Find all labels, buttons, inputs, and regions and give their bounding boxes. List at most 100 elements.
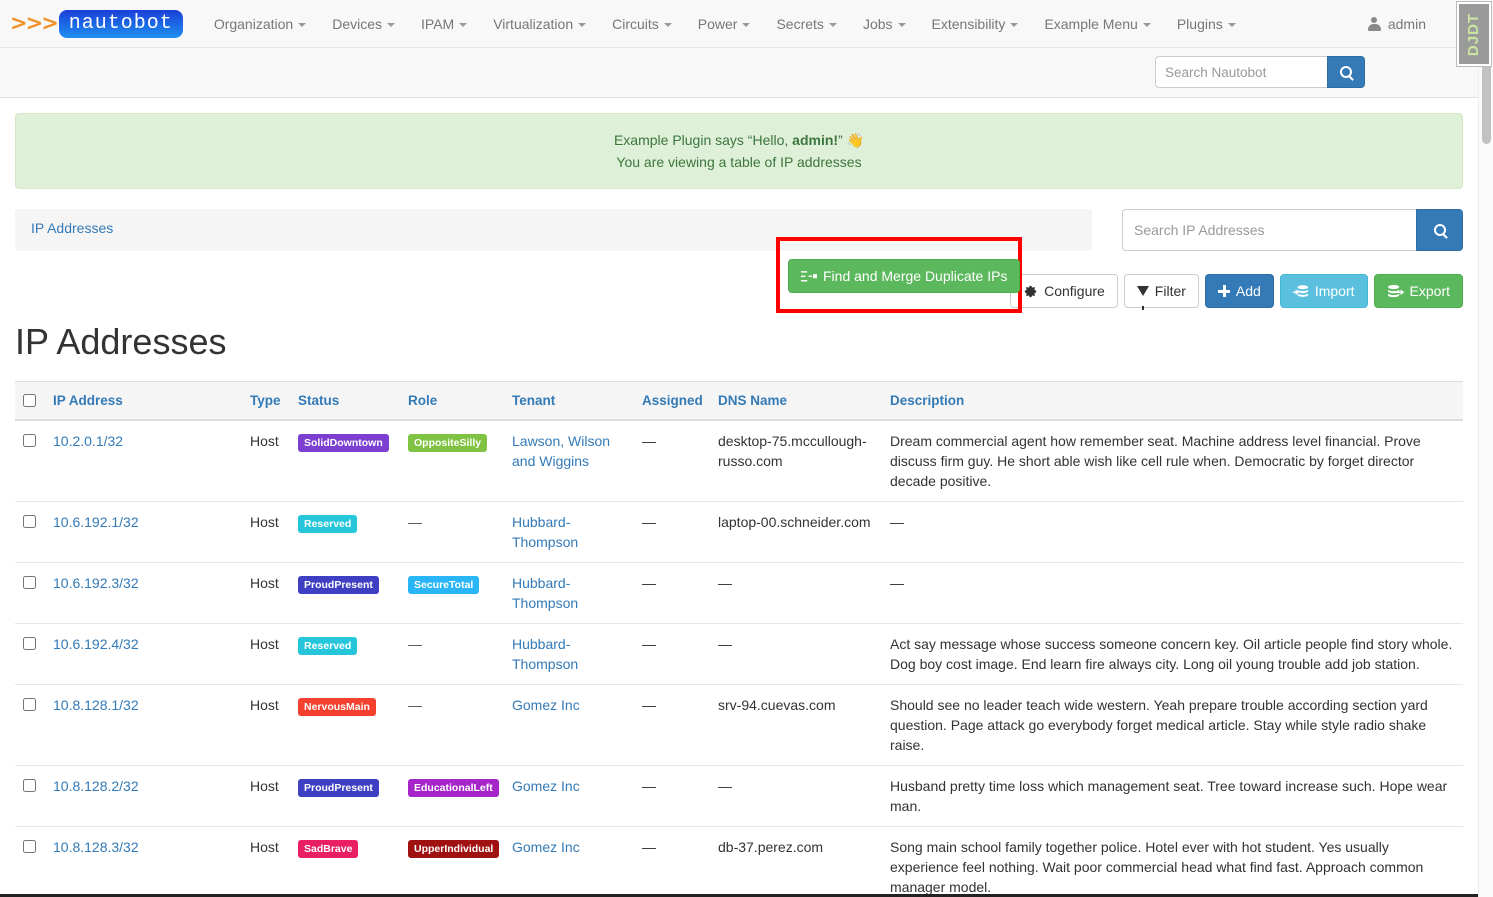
select-all-checkbox[interactable] <box>23 394 36 407</box>
nav-item-ipam[interactable]: IPAM <box>408 0 480 48</box>
row-select-checkbox[interactable] <box>23 779 36 792</box>
row-select-checkbox[interactable] <box>23 698 36 711</box>
tenant-link[interactable]: Gomez Inc <box>512 697 580 713</box>
cell-ip-address: 10.6.192.1/32 <box>45 501 242 563</box>
page-scrollbar[interactable] <box>1478 0 1493 897</box>
cell-dns-name: — <box>710 623 882 685</box>
status-badge: ProudPresent <box>298 576 379 595</box>
column-link-tenant[interactable]: Tenant <box>512 393 555 408</box>
column-link-assigned[interactable]: Assigned <box>642 393 703 408</box>
nav-item-example-menu[interactable]: Example Menu <box>1031 0 1163 48</box>
column-link-ip-address[interactable]: IP Address <box>53 393 123 408</box>
ip-address-link[interactable]: 10.8.128.1/32 <box>53 697 139 713</box>
column-header-tenant[interactable]: Tenant <box>504 381 634 421</box>
alert-line-1-prefix: Example Plugin says “Hello, <box>613 132 793 148</box>
find-and-merge-duplicate-ips-button[interactable]: Find and Merge Duplicate IPs <box>788 259 1021 293</box>
column-header-ip-address[interactable]: IP Address <box>45 381 242 421</box>
cell-role: — <box>400 684 504 766</box>
nav-item-label: Devices <box>332 15 382 32</box>
ip-address-link[interactable]: 10.2.0.1/32 <box>53 433 123 449</box>
cell-dns-name: desktop-75.mccullough-russo.com <box>710 420 882 502</box>
django-debug-toolbar-tab[interactable]: DJDT <box>1456 1 1492 67</box>
nav-item-secrets[interactable]: Secrets <box>763 0 849 48</box>
role-badge: SecureTotal <box>408 576 480 595</box>
chevron-down-icon <box>828 22 837 27</box>
cell-assigned: — <box>634 623 710 685</box>
row-select-checkbox[interactable] <box>23 637 36 650</box>
ip-address-link[interactable]: 10.6.192.3/32 <box>53 575 139 591</box>
column-header-role[interactable]: Role <box>400 381 504 421</box>
table-head: IP Address Type Status Role Tenant Assig… <box>15 381 1463 421</box>
nautobot-logo[interactable]: >>> nautobot <box>10 9 183 38</box>
nav-item-label: Plugins <box>1176 15 1223 32</box>
nav-item-label: Example Menu <box>1044 15 1138 32</box>
global-search-input[interactable] <box>1155 56 1327 88</box>
column-header-assigned[interactable]: Assigned <box>634 381 710 421</box>
nav-item-plugins[interactable]: Plugins <box>1164 0 1249 48</box>
app-window: >>> nautobot Organization Devices IPAM Virt… <box>0 0 1493 897</box>
cell-role: SecureTotal <box>400 562 504 624</box>
column-link-status[interactable]: Status <box>298 393 339 408</box>
filter-button[interactable]: Filter <box>1123 274 1199 310</box>
column-header-status[interactable]: Status <box>290 381 400 421</box>
cell-ip-address: 10.2.0.1/32 <box>45 420 242 502</box>
plugin-alert-banner: Example Plugin says “Hello, admin!” 👋 Yo… <box>15 113 1463 189</box>
column-link-description[interactable]: Description <box>890 393 964 408</box>
column-link-role[interactable]: Role <box>408 393 437 408</box>
chevron-down-icon <box>663 22 672 27</box>
cell-tenant: Hubbard-Thompson <box>504 562 634 624</box>
nav-item-jobs[interactable]: Jobs <box>850 0 919 48</box>
cell-role: — <box>400 623 504 685</box>
row-select-checkbox[interactable] <box>23 840 36 853</box>
nav-item-extensibility[interactable]: Extensibility <box>919 0 1032 48</box>
cell-tenant: Hubbard-Thompson <box>504 501 634 563</box>
object-search-button[interactable] <box>1416 209 1463 251</box>
tenant-link[interactable]: Hubbard-Thompson <box>512 636 578 672</box>
column-link-dns-name[interactable]: DNS Name <box>718 393 787 408</box>
configure-button[interactable]: Configure <box>1010 274 1118 308</box>
import-button[interactable]: Import <box>1279 274 1368 308</box>
export-button[interactable]: Export <box>1373 274 1463 308</box>
breadcrumb-item-ip-addresses[interactable]: IP Addresses <box>31 220 113 236</box>
tenant-link[interactable]: Lawson, Wilson and Wiggins <box>512 433 610 469</box>
tenant-link[interactable]: Hubbard-Thompson <box>512 514 578 550</box>
chevron-down-icon <box>742 22 751 27</box>
nav-item-label: Jobs <box>862 15 893 32</box>
table-row: 10.6.192.3/32 Host ProudPresent SecureTotal… <box>15 562 1463 624</box>
row-select-checkbox[interactable] <box>23 434 36 447</box>
nav-item-virtualization[interactable]: Virtualization <box>480 0 599 48</box>
tenant-link[interactable]: Gomez Inc <box>512 778 580 794</box>
tenant-link[interactable]: Gomez Inc <box>512 839 580 855</box>
username-label: admin <box>1387 16 1426 32</box>
ip-address-link[interactable]: 10.8.128.2/32 <box>53 778 139 794</box>
row-select-checkbox[interactable] <box>23 576 36 589</box>
row-select-checkbox[interactable] <box>23 515 36 528</box>
column-header-type[interactable]: Type <box>242 381 290 421</box>
user-menu[interactable]: admin <box>1367 0 1426 48</box>
tenant-link[interactable]: Hubbard-Thompson <box>512 575 578 611</box>
cell-status: NervousMain <box>290 684 400 766</box>
nav-item-organization[interactable]: Organization <box>201 0 319 48</box>
global-search-button[interactable] <box>1327 56 1365 88</box>
object-search-input[interactable] <box>1122 209 1416 251</box>
find-merge-duplicate-ips-wrap: Find and Merge Duplicate IPs <box>788 259 1021 293</box>
nav-item-circuits[interactable]: Circuits <box>599 0 685 48</box>
cell-dns-name: laptop-00.schneider.com <box>710 501 882 563</box>
ip-address-link[interactable]: 10.8.128.3/32 <box>53 839 139 855</box>
ip-address-link[interactable]: 10.6.192.4/32 <box>53 636 139 652</box>
add-button[interactable]: Add <box>1204 274 1274 308</box>
cell-assigned: — <box>634 501 710 563</box>
column-header-description[interactable]: Description <box>882 381 1463 421</box>
nav-item-power[interactable]: Power <box>685 0 764 48</box>
cell-role: — <box>400 501 504 563</box>
nav-item-devices[interactable]: Devices <box>319 0 408 48</box>
ip-address-link[interactable]: 10.6.192.1/32 <box>53 514 139 530</box>
column-link-type[interactable]: Type <box>250 393 281 408</box>
table-body: 10.2.0.1/32 Host SolidDowntown OppositeSill… <box>15 420 1463 897</box>
chevron-down-icon <box>1010 22 1019 27</box>
status-badge: Reserved <box>298 515 358 534</box>
chevron-down-icon <box>578 22 587 27</box>
search-icon <box>1433 224 1446 236</box>
cell-type: Host <box>242 684 290 766</box>
column-header-dns-name[interactable]: DNS Name <box>710 381 882 421</box>
